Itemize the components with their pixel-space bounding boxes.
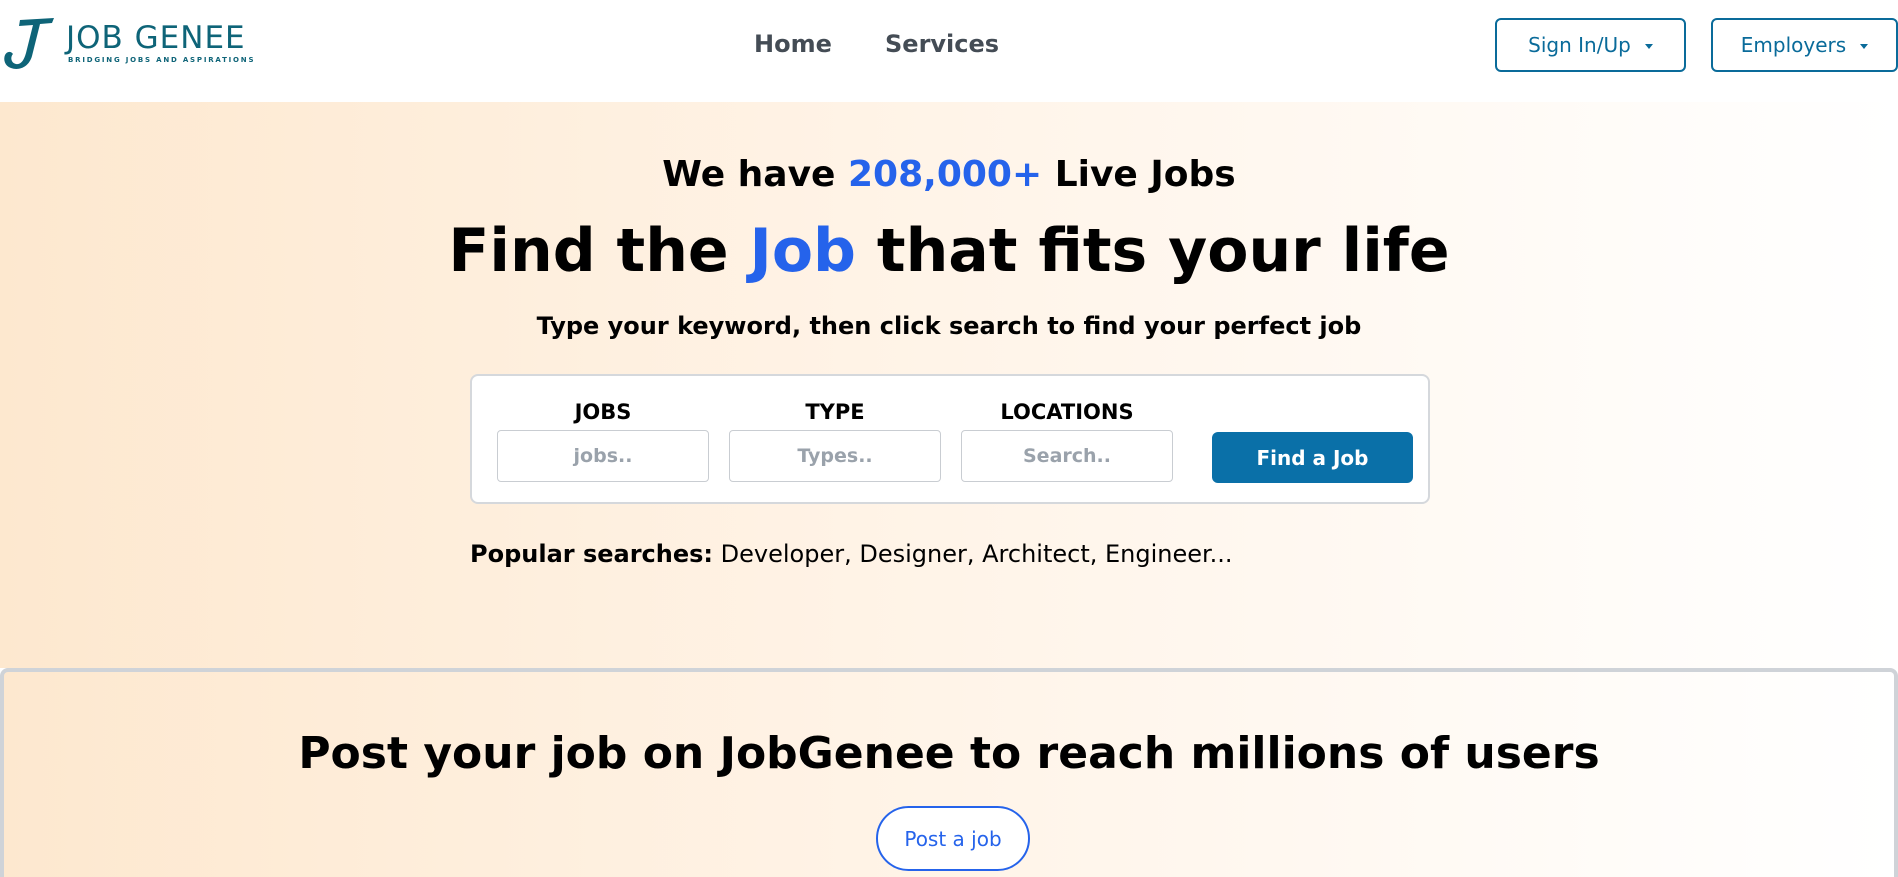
jobs-label: JOBS — [574, 400, 632, 424]
locations-input[interactable] — [961, 430, 1173, 482]
headline-suffix: that fits your life — [876, 216, 1450, 286]
brand-name: JOB GENEE — [66, 20, 246, 56]
locations-field: LOCATIONS — [961, 400, 1173, 482]
signin-label: Sign In/Up — [1528, 33, 1631, 57]
site-header: JOB GENEE BRIDGING JOBS AND ASPIRATIONS … — [0, 0, 1898, 102]
type-field: TYPE — [729, 400, 941, 482]
hero-subline: Type your keyword, then click search to … — [536, 312, 1362, 340]
employers-label: Employers — [1740, 33, 1847, 57]
post-job-section: Post your job on JobGenee to reach milli… — [0, 668, 1898, 877]
live-count: 208,000+ — [848, 154, 1043, 195]
caret-down-icon — [1644, 43, 1653, 49]
locations-label: LOCATIONS — [1000, 400, 1134, 424]
signin-dropdown-button[interactable]: Sign In/Up — [1495, 18, 1686, 72]
logo-j-icon — [4, 18, 54, 69]
headline-prefix: Find the — [448, 216, 729, 286]
popular-searches: Popular searches: Developer, Designer, A… — [470, 540, 1233, 568]
post-job-heading: Post your job on JobGenee to reach milli… — [298, 728, 1600, 779]
jobs-input[interactable] — [497, 430, 709, 482]
hero-headline: Find the Job that fits your life — [0, 216, 1898, 286]
live-suffix: Live Jobs — [1054, 154, 1236, 195]
nav-services-link[interactable]: Services — [885, 30, 999, 58]
job-search-form: JOBS TYPE LOCATIONS Find a Job — [470, 374, 1430, 504]
live-jobs-heading: We have 208,000+ Live Jobs — [0, 154, 1898, 195]
type-input[interactable] — [729, 430, 941, 482]
nav-home-link[interactable]: Home — [754, 30, 832, 58]
popular-items[interactable]: Developer, Designer, Architect, Engineer… — [721, 540, 1233, 568]
jobs-field: JOBS — [497, 400, 709, 482]
post-job-button[interactable]: Post a job — [876, 806, 1030, 871]
type-label: TYPE — [805, 400, 865, 424]
hero-section: We have 208,000+ Live Jobs Find the Job … — [0, 102, 1898, 668]
employers-dropdown-button[interactable]: Employers — [1711, 18, 1898, 72]
headline-accent: Job — [749, 216, 857, 286]
brand-tagline: BRIDGING JOBS AND ASPIRATIONS — [68, 56, 256, 64]
brand-logo[interactable]: JOB GENEE BRIDGING JOBS AND ASPIRATIONS — [2, 14, 254, 74]
caret-down-icon — [1860, 43, 1869, 49]
popular-label: Popular searches: — [470, 540, 714, 568]
live-prefix: We have — [662, 154, 836, 195]
find-job-button[interactable]: Find a Job — [1212, 432, 1413, 483]
